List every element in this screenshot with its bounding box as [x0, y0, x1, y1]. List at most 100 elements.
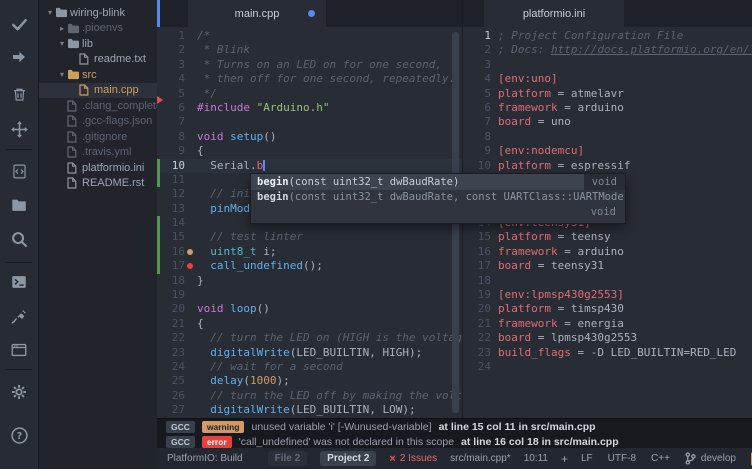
code-line[interactable]: 6framework = arduino: [463, 101, 752, 115]
code-line[interactable]: 6#include "Arduino.h": [157, 101, 462, 115]
clean-button[interactable]: [0, 82, 38, 106]
code-text: // turn the LED off by making the voltag…: [157, 389, 462, 403]
cursor-position[interactable]: 10:11: [524, 453, 548, 464]
code-line[interactable]: 8void setup(): [157, 130, 462, 144]
settings-button[interactable]: [0, 380, 38, 404]
tab-main-cpp[interactable]: main.cpp: [188, 0, 326, 27]
code-line[interactable]: 9[env:nodemcu]: [463, 144, 752, 158]
tree-item-src[interactable]: ▾src: [39, 67, 157, 83]
code-line[interactable]: 1; Project Configuration File: [463, 29, 752, 43]
code-line[interactable]: 20void loop(): [157, 302, 462, 316]
help-button[interactable]: ?: [0, 423, 38, 447]
tree-item-main.cpp[interactable]: main.cpp: [39, 83, 157, 99]
issues-indicator[interactable]: × 2 Issues: [389, 453, 437, 465]
terminal-button[interactable]: [0, 270, 38, 294]
build-button[interactable]: [0, 12, 38, 36]
code-line[interactable]: 7: [157, 115, 462, 129]
code-line[interactable]: 9{: [157, 144, 462, 158]
autocomplete-item-selected[interactable]: begin(const uint32_t dwBaudRate) void: [251, 174, 625, 190]
project-tree: ▾wiring-blink▸.pioenvs▾libreadme.txt▾src…: [39, 0, 157, 469]
code-line[interactable]: 15 // test linter: [157, 230, 462, 244]
code-line[interactable]: 18}: [157, 274, 462, 288]
run-targets-button[interactable]: [0, 117, 38, 141]
plus-button[interactable]: +: [561, 452, 568, 466]
code-line[interactable]: 25 delay(1000);: [157, 374, 462, 388]
code-line[interactable]: 2 * Blink: [157, 43, 462, 57]
code-line[interactable]: 23build_flags = -D LED_BUILTIN=RED_LED: [463, 346, 752, 360]
code-line[interactable]: 8: [463, 130, 752, 144]
dock-divider: [6, 262, 32, 263]
code-line[interactable]: 4 * then off for one second, repeatedly.: [157, 72, 462, 86]
open-folder-button[interactable]: [0, 193, 38, 217]
tree-item-.pioenvs[interactable]: ▸.pioenvs: [39, 21, 157, 37]
code-editor-right[interactable]: 1; Project Configuration File2; Docs: ht…: [463, 29, 752, 469]
code-text: {: [157, 317, 462, 331]
code-line[interactable]: 22board = lpmsp430g2553: [463, 331, 752, 345]
code-text: #include "Arduino.h": [157, 101, 462, 115]
tab-label: main.cpp: [235, 8, 280, 20]
diagnostic-row[interactable]: GCC warning unused variable 'i' [-Wunuse…: [157, 419, 752, 434]
code-text: void loop(): [157, 302, 462, 316]
file-icon: [67, 115, 82, 127]
code-editor-main[interactable]: 1/*2 * Blink3 * Turns on an LED on for o…: [157, 29, 462, 469]
tree-item-.gitignore[interactable]: .gitignore: [39, 129, 157, 145]
code-line[interactable]: 2; Docs: http://docs.platformio.org/en/l…: [463, 43, 752, 57]
tree-item-lib[interactable]: ▾lib: [39, 36, 157, 52]
code-line[interactable]: 18: [463, 274, 752, 288]
code-text: framework = energia: [463, 317, 752, 331]
code-line[interactable]: 19: [157, 288, 462, 302]
find-button[interactable]: [0, 227, 38, 251]
diagnostic-row[interactable]: GCC error 'call_undefined' was not decla…: [157, 434, 752, 449]
code-line[interactable]: 7board = uno: [463, 115, 752, 129]
code-line[interactable]: 19[env:lpmsp430g2553]: [463, 288, 752, 302]
code-line[interactable]: 1/*: [157, 29, 462, 43]
current-file-path[interactable]: src/main.cpp*: [450, 453, 511, 464]
git-branch-indicator[interactable]: develop: [685, 452, 736, 465]
code-line[interactable]: 20platform = timsp430: [463, 302, 752, 316]
code-line[interactable]: 17 call_undefined();: [157, 259, 462, 273]
code-line[interactable]: 17board = teensy31: [463, 259, 752, 273]
tree-item-README.rst[interactable]: README.rst: [39, 176, 157, 192]
serial-monitor-button[interactable]: [0, 338, 38, 362]
code-line[interactable]: 4[env:uno]: [463, 72, 752, 86]
issues-count: 2 Issues: [400, 453, 437, 464]
code-line[interactable]: 16 uint8_t i;: [157, 245, 462, 259]
code-line[interactable]: 3 * Turns on an LED on for one second,: [157, 58, 462, 72]
code-line[interactable]: 15platform = teensy: [463, 230, 752, 244]
code-line[interactable]: 10 Serial.b: [157, 159, 462, 173]
code-line[interactable]: 23 digitalWrite(LED_BUILTIN, HIGH);: [157, 346, 462, 360]
code-line[interactable]: 27 digitalWrite(LED_BUILTIN, LOW);: [157, 403, 462, 417]
init-project-button[interactable]: [0, 159, 38, 183]
tree-item-.travis.yml[interactable]: .travis.yml: [39, 145, 157, 161]
tree-item-.gcc-flags.json[interactable]: .gcc-flags.json: [39, 114, 157, 130]
code-line[interactable]: 5platform = atmelavr: [463, 87, 752, 101]
upload-arrow-icon: [11, 49, 27, 65]
code-line[interactable]: 5 */: [157, 87, 462, 101]
code-line[interactable]: 3: [463, 58, 752, 72]
code-line[interactable]: 24 // wait for a second: [157, 360, 462, 374]
language-indicator[interactable]: C++: [651, 453, 670, 464]
code-text: /*: [157, 29, 462, 43]
line-ending-indicator[interactable]: LF: [581, 453, 593, 464]
upload-button[interactable]: [0, 45, 38, 69]
code-text: [env:lpmsp430g2553]: [463, 288, 752, 302]
tab-platformio-ini[interactable]: platformio.ini: [484, 0, 624, 27]
tree-item-platformio.ini[interactable]: platformio.ini: [39, 160, 157, 176]
file-issues-badge[interactable]: File 2: [268, 451, 308, 466]
tree-item-.clang_complete[interactable]: .clang_complete: [39, 98, 157, 114]
code-line[interactable]: 10platform = espressif: [463, 159, 752, 173]
tree-item-wiring-blink[interactable]: ▾wiring-blink: [39, 5, 157, 21]
tree-item-readme.txt[interactable]: readme.txt: [39, 52, 157, 68]
encoding-indicator[interactable]: UTF-8: [608, 453, 636, 464]
code-line[interactable]: 22 // turn the LED on (HIGH is the volta…: [157, 331, 462, 345]
serial-port-button[interactable]: [0, 304, 38, 328]
code-line[interactable]: 21framework = energia: [463, 317, 752, 331]
code-line[interactable]: 26 // turn the LED off by making the vol…: [157, 389, 462, 403]
autocomplete-item[interactable]: begin(const uint32_t dwBaudRate, const U…: [251, 190, 625, 223]
active-pane-indicator: [157, 0, 160, 27]
code-line[interactable]: 21{: [157, 317, 462, 331]
project-issues-badge[interactable]: Project 2: [320, 451, 376, 466]
code-line[interactable]: 16framework = arduino: [463, 245, 752, 259]
code-line[interactable]: 24: [463, 360, 752, 374]
text-cursor: [263, 160, 265, 171]
